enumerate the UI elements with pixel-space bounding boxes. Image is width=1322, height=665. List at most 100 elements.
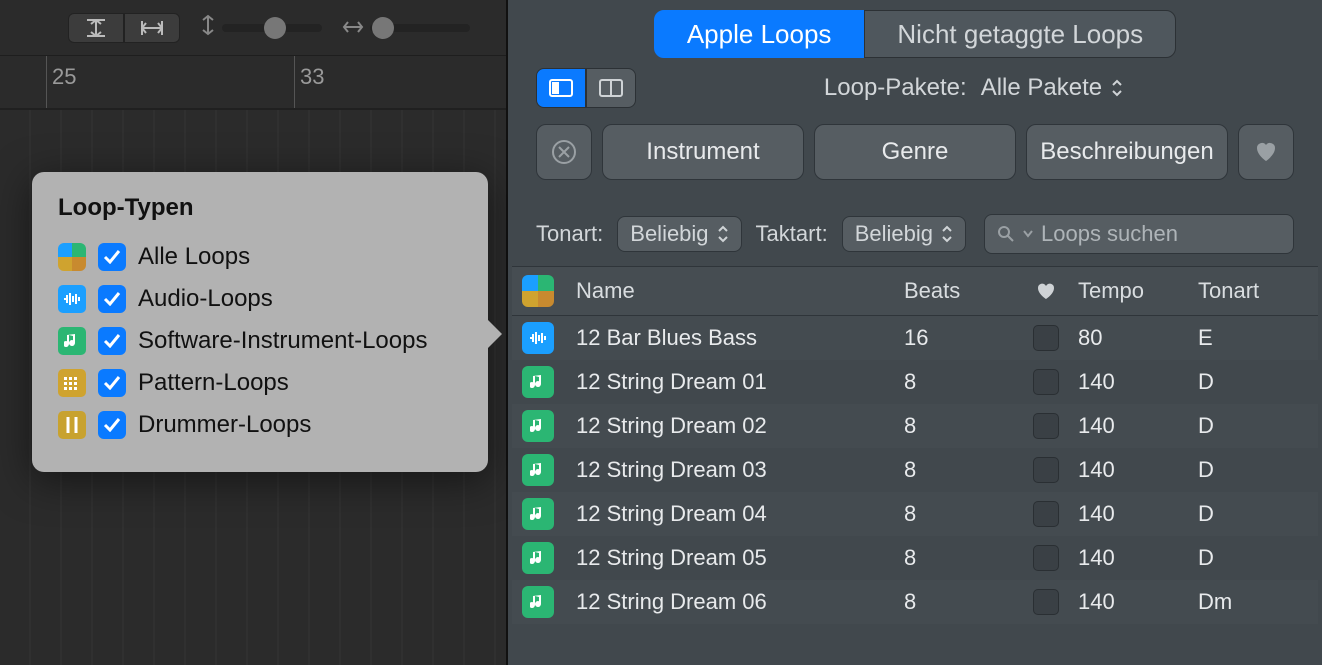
heart-icon <box>1253 140 1279 164</box>
chevron-up-down-icon <box>941 225 953 243</box>
search-placeholder: Loops suchen <box>1041 221 1178 247</box>
table-row[interactable]: 12 Bar Blues Bass1680E <box>512 316 1318 360</box>
loop-beats: 16 <box>904 325 1014 351</box>
loop-key: D <box>1198 501 1318 527</box>
loop-packs-label: Loop-Pakete: <box>824 74 967 102</box>
favorite-checkbox[interactable] <box>1033 589 1059 615</box>
column-header-name[interactable]: Name <box>564 278 904 304</box>
signature-filter-label: Taktart: <box>756 221 828 247</box>
favorite-checkbox[interactable] <box>1033 413 1059 439</box>
loop-type-label: Audio-Loops <box>138 285 273 313</box>
loop-beats: 8 <box>904 369 1014 395</box>
vertical-zoom-fit-button[interactable] <box>68 13 124 43</box>
horizontal-zoom-fit-button[interactable] <box>124 13 180 43</box>
loop-key: Dm <box>1198 589 1318 615</box>
all-types-icon <box>522 275 554 307</box>
loop-packs-value: Alle Pakete <box>981 74 1102 102</box>
loop-tempo: 140 <box>1078 457 1198 483</box>
loop-beats: 8 <box>904 413 1014 439</box>
loop-types-popover: Loop-Typen Alle LoopsAudio-LoopsSoftware… <box>32 172 488 472</box>
loop-beats: 8 <box>904 457 1014 483</box>
browser-tabbar: Apple Loops Nicht getaggte Loops <box>512 4 1318 58</box>
loop-type-checkbox[interactable] <box>98 285 126 313</box>
loop-type-label: Software-Instrument-Loops <box>138 327 427 355</box>
software-instrument-icon <box>522 410 554 442</box>
column-header-tempo[interactable]: Tempo <box>1078 278 1198 304</box>
loop-name: 12 String Dream 02 <box>564 413 904 439</box>
key-filter-dropdown[interactable]: Beliebig <box>617 216 741 252</box>
view-mode-segment <box>536 68 636 108</box>
audio-loop-icon <box>522 322 554 354</box>
timeline-ruler[interactable]: 25 33 <box>0 56 506 110</box>
search-input[interactable]: Loops suchen <box>984 214 1294 254</box>
loop-type-checkbox[interactable] <box>98 411 126 439</box>
loop-name: 12 String Dream 01 <box>564 369 904 395</box>
column-header-beats[interactable]: Beats <box>904 278 1014 304</box>
software-instrument-icon <box>522 542 554 574</box>
vertical-zoom-slider[interactable] <box>222 24 322 32</box>
vertical-zoom-slider-group <box>200 14 322 42</box>
favorite-checkbox[interactable] <box>1033 501 1059 527</box>
loop-type-checkbox[interactable] <box>98 243 126 271</box>
loop-type-checkbox[interactable] <box>98 369 126 397</box>
horizontal-zoom-slider-group <box>342 15 470 41</box>
loop-type-checkbox[interactable] <box>98 327 126 355</box>
clear-filters-button[interactable] <box>536 124 592 180</box>
filter-genre-button[interactable]: Genre <box>814 124 1016 180</box>
favorite-checkbox[interactable] <box>1033 457 1059 483</box>
audio-loop-icon <box>58 285 86 313</box>
tab-apple-loops[interactable]: Apple Loops <box>654 10 865 58</box>
table-row[interactable]: 12 String Dream 058140D <box>512 536 1318 580</box>
table-row[interactable]: 12 String Dream 048140D <box>512 492 1318 536</box>
loop-tempo: 140 <box>1078 369 1198 395</box>
horizontal-zoom-slider[interactable] <box>370 24 470 32</box>
horizontal-arrows-icon <box>342 15 364 41</box>
loop-type-row: Drummer-Loops <box>58 404 462 446</box>
loop-type-row: Alle Loops <box>58 236 462 278</box>
loop-tempo: 140 <box>1078 589 1198 615</box>
favorite-checkbox[interactable] <box>1033 325 1059 351</box>
column-header-favorite[interactable] <box>1014 281 1078 301</box>
popover-arrow <box>488 320 502 348</box>
software-instrument-icon <box>522 366 554 398</box>
favorite-checkbox[interactable] <box>1033 545 1059 571</box>
loop-packs-dropdown[interactable]: Alle Pakete <box>981 74 1124 102</box>
loop-type-label: Pattern-Loops <box>138 369 289 397</box>
column-header-key[interactable]: Tonart <box>1198 278 1318 304</box>
drummer-loop-icon <box>58 411 86 439</box>
software-instrument-icon <box>522 498 554 530</box>
filter-descriptions-button[interactable]: Beschreibungen <box>1026 124 1228 180</box>
favorite-checkbox[interactable] <box>1033 369 1059 395</box>
loop-tempo: 140 <box>1078 413 1198 439</box>
table-header: Name Beats Tempo Tonart <box>512 266 1318 316</box>
table-row[interactable]: 12 String Dream 018140D <box>512 360 1318 404</box>
loop-tempo: 80 <box>1078 325 1198 351</box>
filter-instrument-button[interactable]: Instrument <box>602 124 804 180</box>
loop-tempo: 140 <box>1078 545 1198 571</box>
search-icon <box>997 225 1015 243</box>
ruler-label: 25 <box>52 64 76 90</box>
table-row[interactable]: 12 String Dream 038 140D <box>512 448 1318 492</box>
loop-type-row: Software-Instrument-Loops <box>58 320 462 362</box>
close-circle-icon <box>551 139 577 165</box>
view-mode-grid-button[interactable] <box>586 68 636 108</box>
loop-name: 12 String Dream 03 <box>564 457 904 483</box>
tracks-area: 25 33 Loop-Typen Alle LoopsAudio-LoopsSo… <box>0 0 508 665</box>
tab-untagged-loops[interactable]: Nicht getaggte Loops <box>864 10 1176 58</box>
view-mode-columns-button[interactable] <box>536 68 586 108</box>
loop-beats: 8 <box>904 501 1014 527</box>
loop-key: D <box>1198 457 1318 483</box>
loop-type-label: Alle Loops <box>138 243 250 271</box>
favorites-filter-button[interactable] <box>1238 124 1294 180</box>
software-instrument-icon <box>522 454 554 486</box>
table-row[interactable]: 12 String Dream 068140Dm <box>512 580 1318 624</box>
signature-filter-dropdown[interactable]: Beliebig <box>842 216 966 252</box>
table-row[interactable]: 12 String Dream 028140D <box>512 404 1318 448</box>
vertical-arrows-icon <box>200 14 216 42</box>
filter-bar: Instrument Genre Beschreibungen <box>512 108 1318 202</box>
loop-beats: 8 <box>904 589 1014 615</box>
loop-tempo: 140 <box>1078 501 1198 527</box>
loop-type-row: Audio-Loops <box>58 278 462 320</box>
loop-type-filter-button[interactable] <box>512 275 564 307</box>
loop-name: 12 Bar Blues Bass <box>564 325 904 351</box>
